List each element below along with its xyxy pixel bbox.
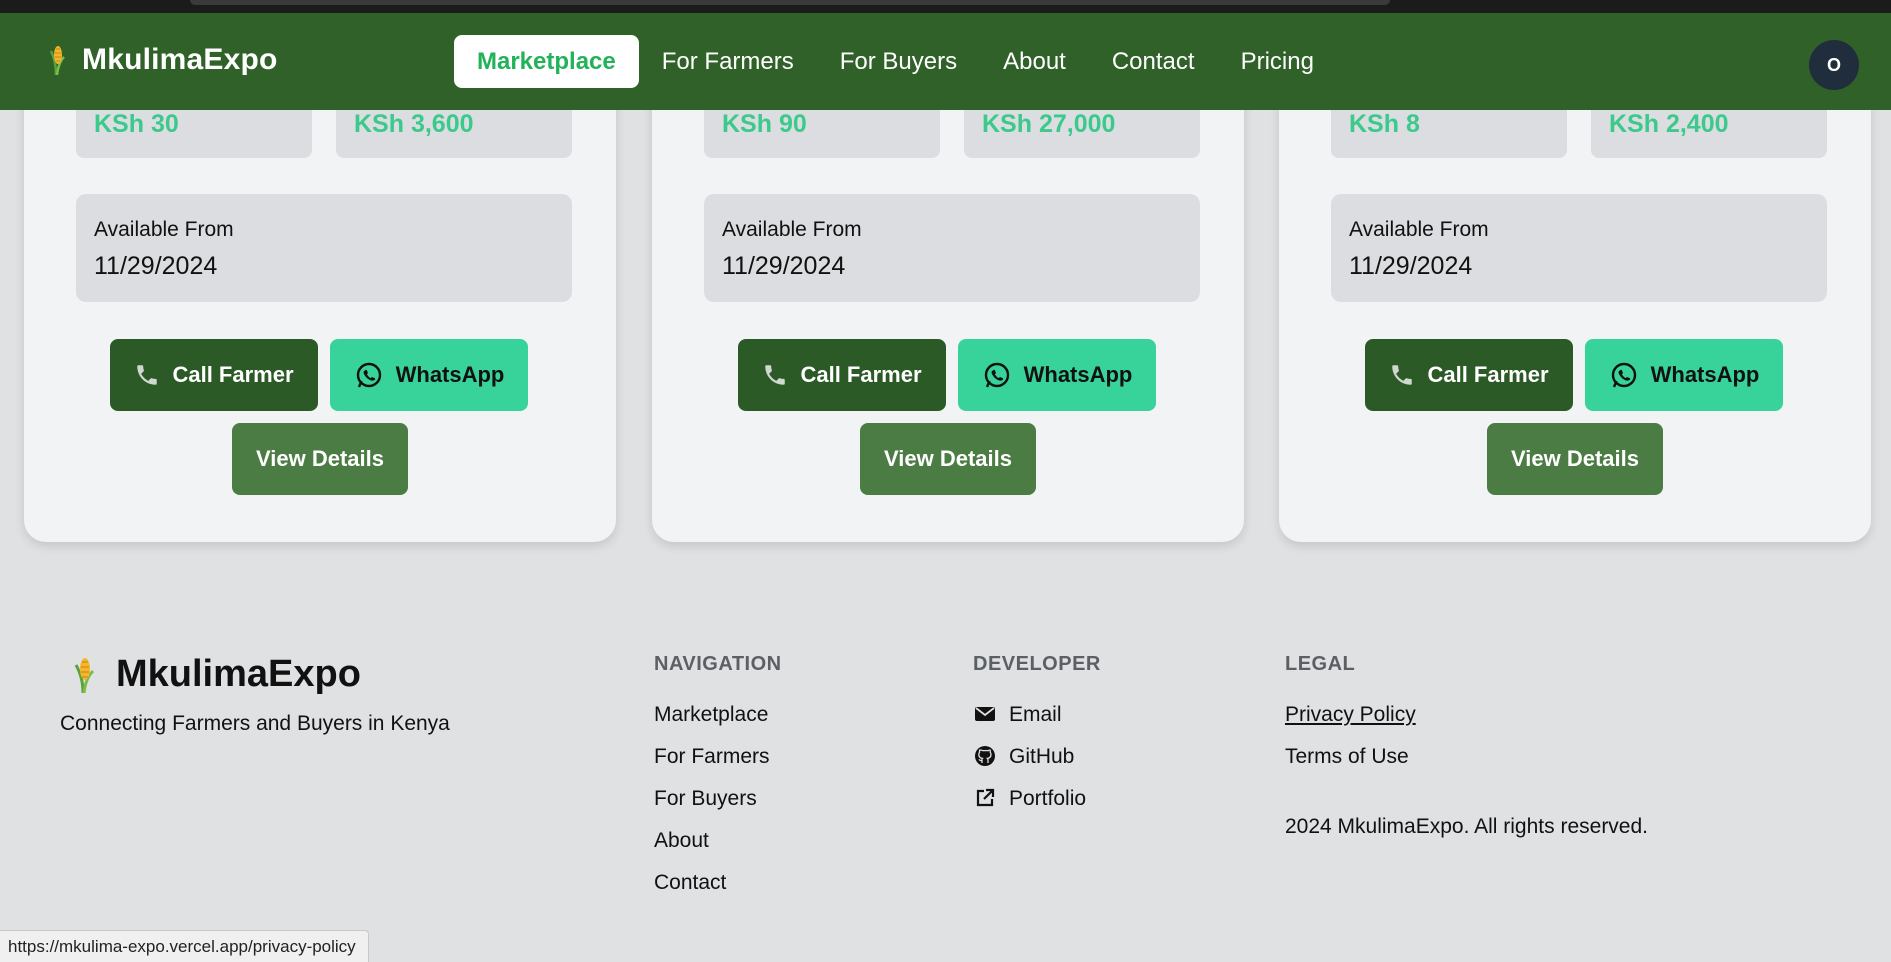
call-farmer-button[interactable]: Call Farmer — [738, 339, 946, 411]
footer-link-marketplace[interactable]: Marketplace — [654, 702, 782, 744]
call-farmer-button[interactable]: Call Farmer — [1365, 339, 1573, 411]
nav-pricing[interactable]: Pricing — [1218, 35, 1337, 88]
browser-status-url: https://mkulima-expo.vercel.app/privacy-… — [0, 930, 369, 962]
whatsapp-button[interactable]: WhatsApp — [330, 339, 528, 411]
available-label: Available From — [94, 218, 234, 241]
footer-navigation-heading: NAVIGATION — [654, 653, 782, 675]
browser-top-strip — [0, 0, 1891, 13]
github-icon — [973, 744, 997, 768]
email-label: Email — [1009, 703, 1062, 726]
price-per-unit: KSh 8 — [1349, 110, 1420, 138]
call-farmer-label: Call Farmer — [1427, 362, 1549, 387]
footer-copyright: 2024 MkulimaExpo. All rights reserved. — [1285, 815, 1648, 838]
view-details-button[interactable]: View Details — [1487, 423, 1663, 495]
user-avatar[interactable]: O — [1809, 40, 1859, 90]
total-price: KSh 2,400 — [1609, 110, 1729, 138]
nav-for-buyers[interactable]: For Buyers — [817, 35, 980, 88]
header-brand[interactable]: MkulimaExpo — [44, 43, 278, 77]
corn-logo-icon — [74, 657, 95, 693]
whatsapp-button[interactable]: WhatsApp — [1585, 339, 1783, 411]
call-farmer-button[interactable]: Call Farmer — [110, 339, 318, 411]
footer-link-email[interactable]: Email — [973, 702, 1101, 744]
footer-tagline: Connecting Farmers and Buyers in Kenya — [60, 712, 450, 735]
available-label: Available From — [722, 218, 862, 241]
footer-link-about[interactable]: About — [654, 828, 782, 870]
phone-icon — [137, 365, 158, 385]
nav-about[interactable]: About — [980, 35, 1089, 88]
available-label: Available From — [1349, 218, 1489, 241]
price-per-unit: KSh 90 — [722, 110, 807, 138]
nav-contact[interactable]: Contact — [1089, 35, 1218, 88]
github-label: GitHub — [1009, 745, 1075, 768]
footer-brand[interactable]: MkulimaExpo — [70, 653, 361, 696]
corn-logo-icon — [49, 46, 65, 76]
footer-link-privacy-policy[interactable]: Privacy Policy — [1285, 702, 1416, 744]
availability-box: Available From 11/29/2024 — [76, 194, 572, 302]
view-details-button[interactable]: View Details — [860, 423, 1036, 495]
phone-icon — [1392, 365, 1413, 385]
call-farmer-label: Call Farmer — [172, 362, 294, 387]
portfolio-label: Portfolio — [1009, 787, 1087, 810]
footer-link-portfolio[interactable]: Portfolio — [973, 786, 1101, 828]
product-card: KSh 8 KSh 2,400 Available From 11/29/202… — [1279, 60, 1871, 542]
phone-icon — [765, 365, 786, 385]
availability-box: Available From 11/29/2024 — [704, 194, 1200, 302]
call-farmer-label: Call Farmer — [800, 362, 922, 387]
whatsapp-label: WhatsApp — [1650, 362, 1760, 387]
footer-legal: LEGAL Privacy Policy Terms of Use — [1285, 653, 1416, 786]
brand-name: MkulimaExpo — [82, 43, 278, 76]
footer-link-terms-of-use[interactable]: Terms of Use — [1285, 744, 1416, 786]
availability-box: Available From 11/29/2024 — [1331, 194, 1827, 302]
whatsapp-label: WhatsApp — [1023, 362, 1133, 387]
whatsapp-icon — [356, 362, 381, 388]
price-per-unit: KSh 30 — [94, 110, 179, 138]
footer-developer: DEVELOPER Email GitHub Portfolio — [973, 653, 1101, 828]
footer-brand-name: MkulimaExpo — [116, 653, 361, 695]
site-header: MkulimaExpo Marketplace For Farmers For … — [0, 13, 1891, 110]
footer-link-github[interactable]: GitHub — [973, 744, 1101, 786]
footer-legal-heading: LEGAL — [1285, 653, 1356, 675]
whatsapp-label: WhatsApp — [395, 362, 505, 387]
product-card: KSh 30 KSh 3,600 Available From 11/29/20… — [24, 60, 616, 542]
external-link-icon — [973, 786, 997, 810]
whatsapp-icon — [984, 362, 1009, 388]
nav-for-farmers[interactable]: For Farmers — [639, 35, 817, 88]
total-price: KSh 3,600 — [354, 110, 474, 138]
total-price: KSh 27,000 — [982, 110, 1116, 138]
footer-developer-heading: DEVELOPER — [973, 653, 1101, 675]
available-date: 11/29/2024 — [1349, 252, 1473, 280]
whatsapp-button[interactable]: WhatsApp — [958, 339, 1156, 411]
available-date: 11/29/2024 — [722, 252, 846, 280]
main-nav: Marketplace For Farmers For Buyers About… — [454, 35, 1337, 88]
browser-tab-bar — [190, 0, 1390, 5]
view-details-button[interactable]: View Details — [232, 423, 408, 495]
nav-marketplace[interactable]: Marketplace — [454, 35, 639, 88]
envelope-icon — [973, 702, 997, 726]
footer-navigation: NAVIGATION Marketplace For Farmers For B… — [654, 653, 782, 912]
available-date: 11/29/2024 — [94, 252, 218, 280]
footer-link-for-farmers[interactable]: For Farmers — [654, 744, 782, 786]
footer-link-for-buyers[interactable]: For Buyers — [654, 786, 782, 828]
footer-link-contact[interactable]: Contact — [654, 870, 782, 912]
product-card: KSh 90 KSh 27,000 Available From 11/29/2… — [652, 60, 1244, 542]
whatsapp-icon — [1611, 362, 1636, 388]
